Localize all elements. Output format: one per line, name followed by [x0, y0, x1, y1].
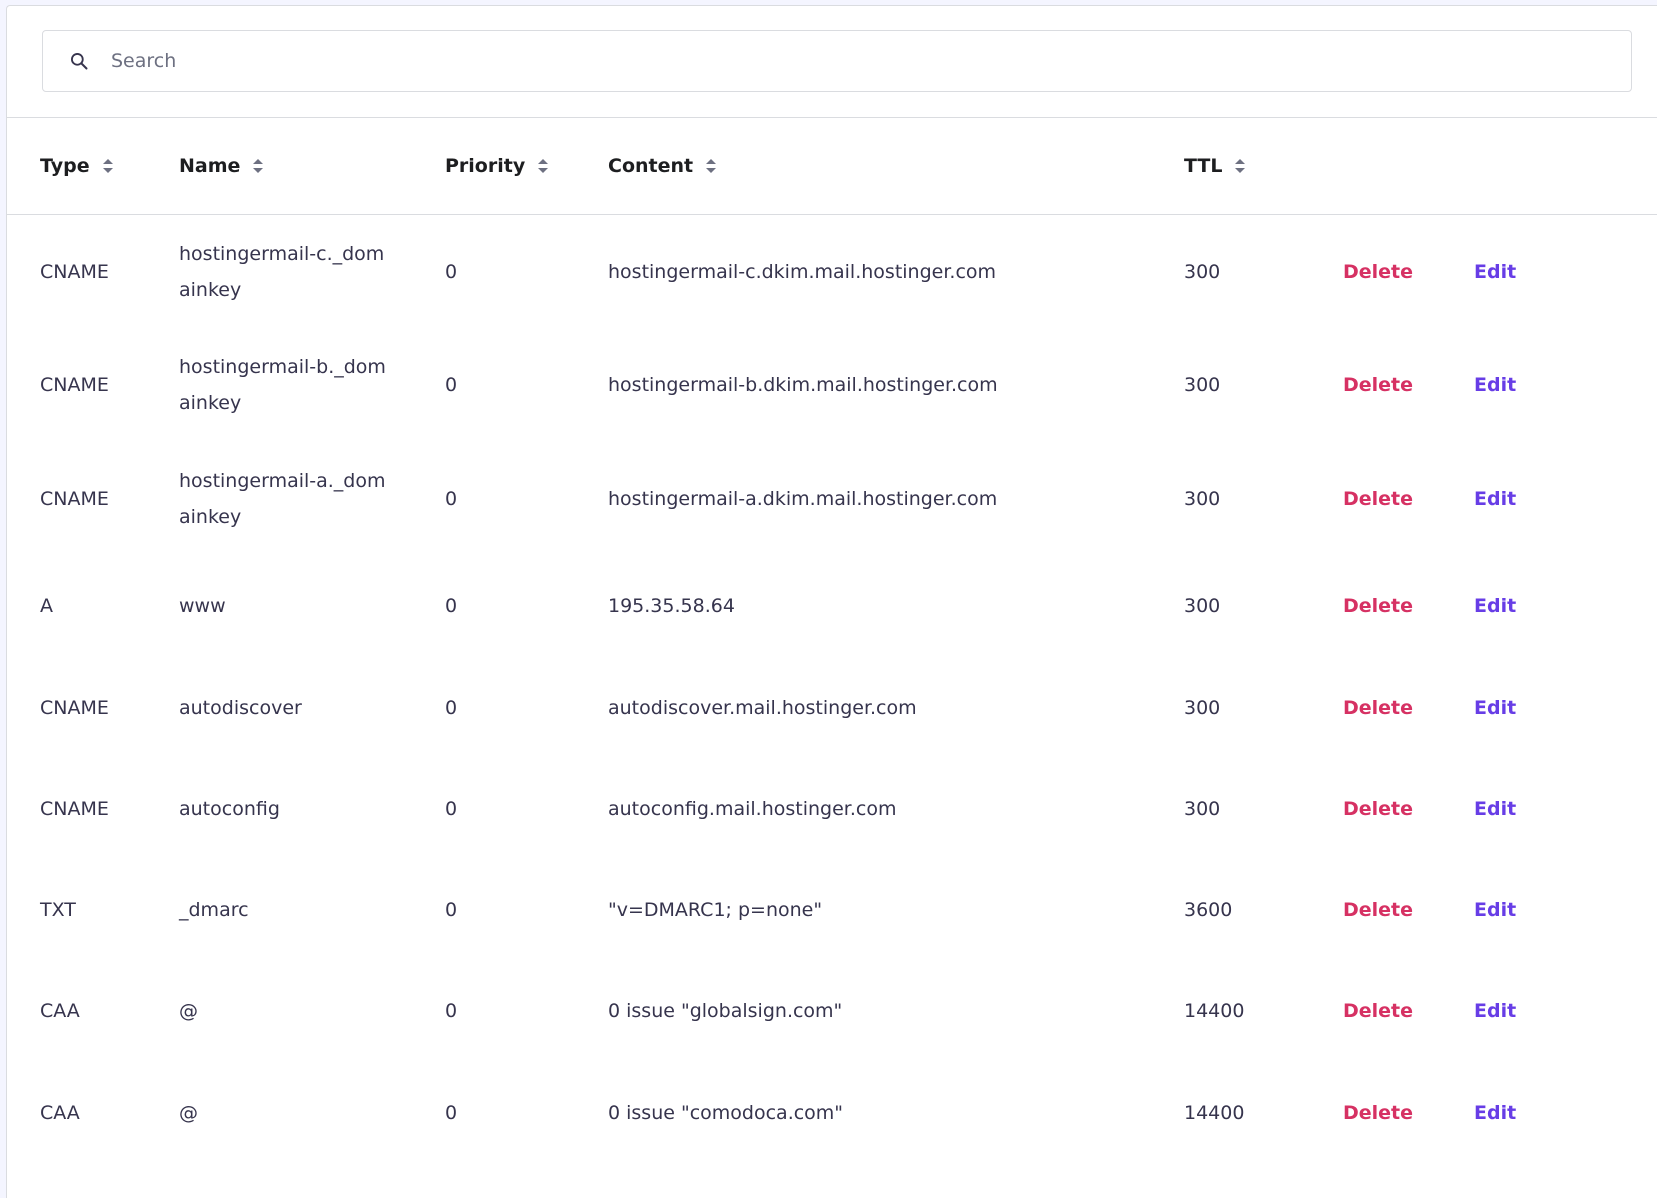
record-content: autodiscover.mail.hostinger.com — [608, 696, 917, 719]
record-ttl: 300 — [1184, 374, 1221, 396]
record-priority: 0 — [445, 487, 458, 510]
record-name: www — [179, 595, 226, 617]
sort-icon — [537, 158, 549, 174]
record-ttl: 3600 — [1184, 898, 1233, 921]
record-name: hostingermail-c._domainkey — [179, 242, 385, 301]
column-header-label: Content — [608, 155, 694, 177]
delete-button[interactable]: Delete — [1343, 1102, 1413, 1124]
search-box[interactable] — [42, 30, 1632, 92]
record-name: autodiscover — [179, 696, 302, 719]
table-row: A www 0 195.35.58.64 300 Delete Edit — [7, 555, 1657, 657]
delete-button[interactable]: Delete — [1343, 261, 1413, 283]
table-row: TXT _dmarc 0 "v=DMARC1; p=none" 3600 Del… — [7, 859, 1657, 960]
record-type: CNAME — [40, 487, 109, 510]
column-header-priority[interactable]: Priority — [445, 118, 549, 214]
table-row: CNAME hostingermail-b._domainkey 0 hosti… — [7, 328, 1657, 442]
delete-button[interactable]: Delete — [1343, 595, 1413, 617]
record-name: hostingermail-a._domainkey — [179, 469, 386, 528]
edit-button[interactable]: Edit — [1474, 374, 1516, 396]
column-header-ttl[interactable]: TTL — [1184, 118, 1246, 214]
table-row: CAA @ 0 0 issue "globalsign.com" 14400 D… — [7, 960, 1657, 1062]
sort-icon — [1234, 158, 1246, 174]
record-name: _dmarc — [179, 898, 249, 921]
table-row: CAA @ 0 0 issue "comodoca.com" 14400 Del… — [7, 1062, 1657, 1163]
table-row: CNAME autodiscover 0 autodiscover.mail.h… — [7, 657, 1657, 758]
record-type: CNAME — [40, 260, 109, 283]
column-header-label: TTL — [1184, 155, 1223, 177]
record-content: 0 issue "comodoca.com" — [608, 1101, 844, 1124]
column-header-name[interactable]: Name — [179, 118, 264, 214]
record-type: CAA — [40, 1101, 80, 1124]
record-priority: 0 — [445, 797, 458, 820]
table-row: CNAME hostingermail-c._domainkey 0 hosti… — [7, 215, 1657, 328]
delete-button[interactable]: Delete — [1343, 1000, 1413, 1022]
record-priority: 0 — [445, 595, 458, 617]
edit-button[interactable]: Edit — [1474, 798, 1516, 820]
column-header-label: Type — [40, 155, 90, 177]
record-content: hostingermail-c.dkim.mail.hostinger.com — [608, 260, 997, 283]
record-priority: 0 — [445, 1000, 458, 1022]
record-content: autoconfig.mail.hostinger.com — [608, 797, 897, 820]
record-type: CNAME — [40, 374, 109, 396]
sort-icon — [705, 158, 717, 174]
record-priority: 0 — [445, 898, 458, 921]
delete-button[interactable]: Delete — [1343, 374, 1413, 396]
record-priority: 0 — [445, 1101, 458, 1124]
column-header-label: Name — [179, 155, 241, 177]
record-priority: 0 — [445, 374, 458, 396]
record-name: @ — [179, 1101, 198, 1124]
record-ttl: 300 — [1184, 260, 1221, 283]
record-priority: 0 — [445, 260, 458, 283]
search-input[interactable] — [111, 31, 1631, 91]
record-content: 195.35.58.64 — [608, 595, 735, 617]
edit-button[interactable]: Edit — [1474, 261, 1516, 283]
record-type: TXT — [40, 898, 76, 921]
table-row: CNAME autoconfig 0 autoconfig.mail.hosti… — [7, 758, 1657, 859]
edit-button[interactable]: Edit — [1474, 595, 1516, 617]
record-ttl: 300 — [1184, 595, 1221, 617]
delete-button[interactable]: Delete — [1343, 899, 1413, 921]
record-content: "v=DMARC1; p=none" — [608, 898, 823, 921]
search-icon — [67, 49, 91, 73]
record-content: hostingermail-a.dkim.mail.hostinger.com — [608, 487, 998, 510]
sort-icon — [102, 158, 114, 174]
record-ttl: 14400 — [1184, 1101, 1245, 1124]
edit-button[interactable]: Edit — [1474, 1102, 1516, 1124]
delete-button[interactable]: Delete — [1343, 488, 1413, 510]
delete-button[interactable]: Delete — [1343, 798, 1413, 820]
record-name: @ — [179, 1000, 198, 1022]
column-header-label: Priority — [445, 155, 526, 177]
record-ttl: 14400 — [1184, 1000, 1245, 1022]
edit-button[interactable]: Edit — [1474, 488, 1516, 510]
record-name: hostingermail-b._domainkey — [179, 356, 386, 414]
edit-button[interactable]: Edit — [1474, 1000, 1516, 1022]
edit-button[interactable]: Edit — [1474, 697, 1516, 719]
record-type: CNAME — [40, 696, 109, 719]
record-type: CAA — [40, 1000, 80, 1022]
record-ttl: 300 — [1184, 797, 1221, 820]
delete-button[interactable]: Delete — [1343, 697, 1413, 719]
record-ttl: 300 — [1184, 487, 1221, 510]
sort-icon — [252, 158, 264, 174]
record-type: A — [40, 595, 53, 617]
dns-records-card: Type Name Priority Content TTL — [6, 5, 1657, 1198]
record-ttl: 300 — [1184, 696, 1221, 719]
column-header-type[interactable]: Type — [40, 118, 114, 214]
edit-button[interactable]: Edit — [1474, 899, 1516, 921]
record-type: CNAME — [40, 797, 109, 820]
record-name: autoconfig — [179, 797, 280, 820]
column-header-content[interactable]: Content — [608, 118, 717, 214]
record-content: hostingermail-b.dkim.mail.hostinger.com — [608, 374, 998, 396]
table-header: Type Name Priority Content TTL — [7, 118, 1657, 214]
record-content: 0 issue "globalsign.com" — [608, 1000, 843, 1022]
record-priority: 0 — [445, 696, 458, 719]
table-row: CNAME hostingermail-a._domainkey 0 hosti… — [7, 442, 1657, 555]
